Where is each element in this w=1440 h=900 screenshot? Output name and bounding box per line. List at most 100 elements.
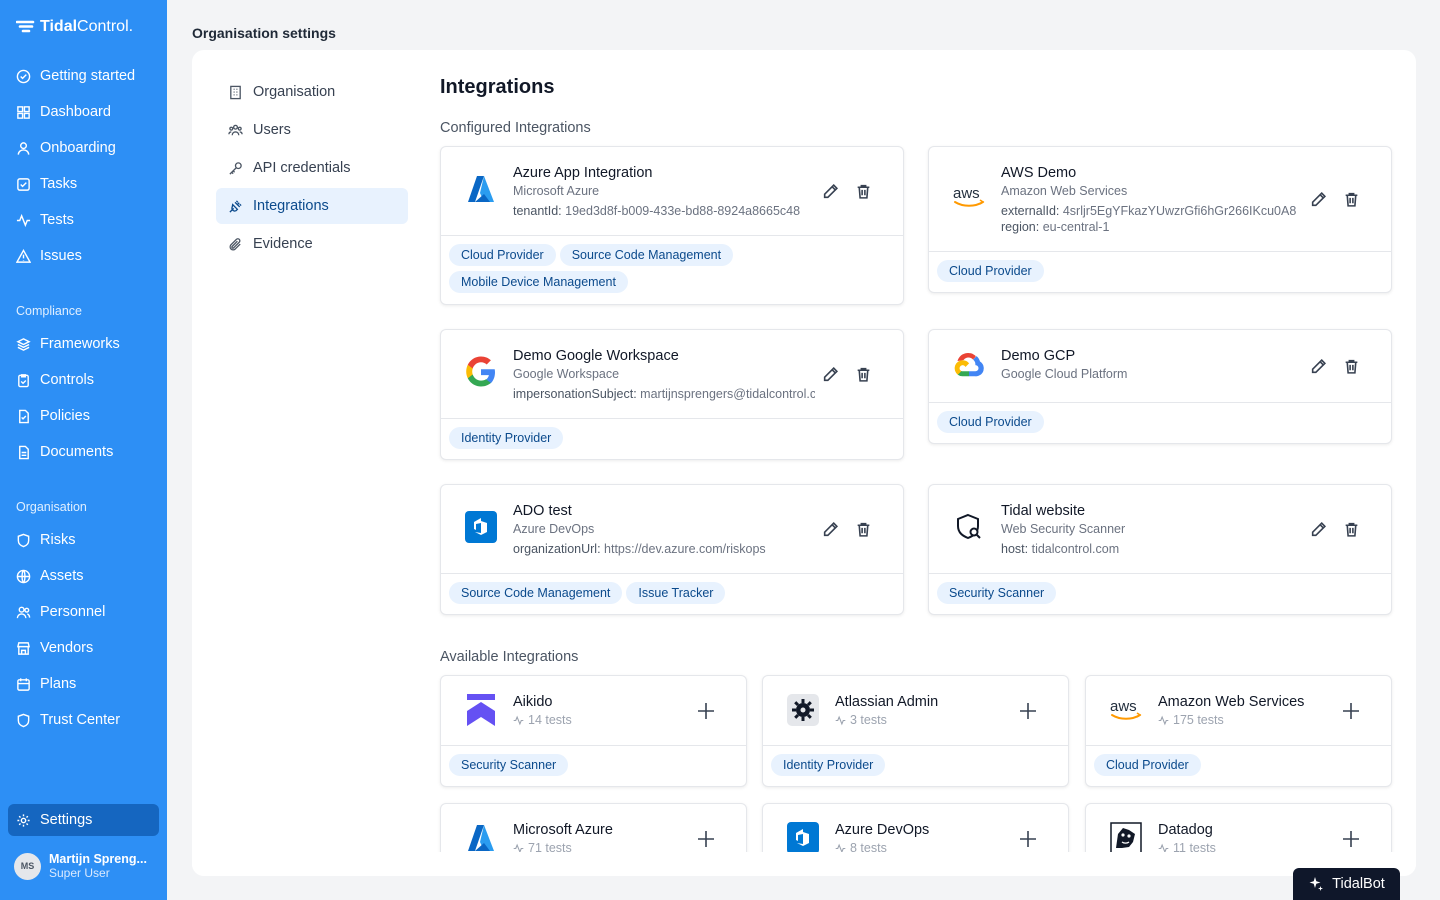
tag-list: Cloud Provider Source Code Management Mo… <box>449 244 889 293</box>
edit-button[interactable] <box>819 518 841 540</box>
user-profile[interactable]: MS Martijn Spreng... Super User <box>14 852 147 880</box>
gear-icon <box>17 813 30 827</box>
tag-list: Security Scanner <box>449 754 746 776</box>
sidebar-item-trust-center[interactable]: Trust Center <box>8 704 159 736</box>
sidebar-item-label: Plans <box>40 676 77 692</box>
meta-value: eu-central-1 <box>1042 220 1110 234</box>
sidebar-item-getting-started[interactable]: Getting started <box>8 60 159 92</box>
integration-meta: host: tidalcontrol.com <box>1001 542 1303 556</box>
add-integration-button[interactable] <box>1340 700 1362 722</box>
delete-button[interactable] <box>1340 188 1362 210</box>
sidebar-item-plans[interactable]: Plans <box>8 668 159 700</box>
sidebar-item-label: Tests <box>40 212 74 228</box>
subnav-label: Users <box>253 122 291 138</box>
delete-button[interactable] <box>852 180 874 202</box>
sidebar-item-documents[interactable]: Documents <box>8 436 159 468</box>
edit-button[interactable] <box>1307 355 1329 377</box>
sidebar-item-label: Documents <box>40 444 114 460</box>
sidebar-item-label: Onboarding <box>40 140 116 156</box>
edit-button[interactable] <box>819 180 841 202</box>
sidebar-item-settings[interactable]: Settings <box>8 804 159 836</box>
sidebar-item-risks[interactable]: Risks <box>8 524 159 556</box>
integration-meta: externalId: 4srljr5EgYFkazYUwzrGfi6hGr26… <box>1001 204 1303 218</box>
integration-meta: tenantId: 19ed3d8f-b009-433e-bd88-8924a8… <box>513 204 815 218</box>
add-integration-button[interactable] <box>1340 828 1362 850</box>
sidebar-item-vendors[interactable]: Vendors <box>8 632 159 664</box>
trash-icon <box>857 522 869 537</box>
sidebar-item-tests[interactable]: Tests <box>8 204 159 236</box>
scroll-clip <box>192 852 1416 876</box>
trash-icon <box>857 367 869 382</box>
add-integration-button[interactable] <box>695 700 717 722</box>
user-name: Martijn Spreng... <box>49 852 147 866</box>
tidalbot-button[interactable]: TidalBot <box>1293 868 1400 900</box>
sidebar-item-onboarding[interactable]: Onboarding <box>8 132 159 164</box>
section-label-compliance: Compliance <box>16 304 83 318</box>
brand-name-part2: Control. <box>77 18 134 35</box>
sidebar-item-policies[interactable]: Policies <box>8 400 159 432</box>
sidebar-item-label: Tasks <box>40 176 78 192</box>
brand-logo[interactable]: Tidal Control. <box>16 18 133 36</box>
integration-name: Azure App Integration <box>513 165 653 181</box>
sidebar-item-dashboard[interactable]: Dashboard <box>8 96 159 128</box>
delete-button[interactable] <box>852 363 874 385</box>
sidebar-item-label: Personnel <box>40 604 106 620</box>
shield-check-icon <box>17 713 30 727</box>
shield-search-icon <box>951 509 987 545</box>
integration-name: AWS Demo <box>1001 165 1077 181</box>
configured-integration-card: Azure App Integration Microsoft Azure te… <box>440 146 904 305</box>
meta-key: tenantId: <box>513 204 562 218</box>
add-integration-button[interactable] <box>1017 828 1039 850</box>
subnav-integrations[interactable]: Integrations <box>216 188 408 224</box>
sidebar-item-frameworks[interactable]: Frameworks <box>8 328 159 360</box>
add-integration-button[interactable] <box>695 828 717 850</box>
integration-provider: Amazon Web Services <box>1001 184 1128 198</box>
delete-button[interactable] <box>1340 518 1362 540</box>
edit-button[interactable] <box>1307 188 1329 210</box>
test-count: 175 tests <box>1158 713 1224 727</box>
sidebar-item-controls[interactable]: Controls <box>8 364 159 396</box>
edit-button[interactable] <box>1307 518 1329 540</box>
sidebar-item-tasks[interactable]: Tasks <box>8 168 159 200</box>
trash-icon <box>1345 522 1357 537</box>
tag: Cloud Provider <box>1094 754 1201 776</box>
meta-value: 4srljr5EgYFkazYUwzrGfi6hGr266IKcu0A8 <box>1062 204 1297 218</box>
activity-icon <box>835 715 846 725</box>
integration-name: Tidal website <box>1001 503 1086 519</box>
meta-value: 19ed3d8f-b009-433e-bd88-8924a8665c48 <box>565 204 801 218</box>
add-integration-button[interactable] <box>1017 700 1039 722</box>
delete-button[interactable] <box>1340 355 1362 377</box>
subnav-users[interactable]: Users <box>216 112 408 148</box>
meta-key: impersonationSubject: <box>513 387 637 401</box>
edit-button[interactable] <box>819 363 841 385</box>
plug-icon <box>229 199 242 213</box>
subnav-label: Evidence <box>253 236 313 252</box>
meta-value: https://dev.azure.com/riskops <box>604 542 766 556</box>
tag: Security Scanner <box>937 582 1057 604</box>
grid-icon <box>17 105 30 119</box>
sidebar-item-label: Trust Center <box>40 712 121 728</box>
available-integration-card: Atlassian Admin 3 tests Identity Provide… <box>762 675 1069 787</box>
integration-name: Microsoft Azure <box>513 822 613 838</box>
user-role: Super User <box>49 866 110 880</box>
sidebar-item-personnel[interactable]: Personnel <box>8 596 159 628</box>
aws-logo-icon: aws <box>1108 692 1144 728</box>
integration-provider: Azure DevOps <box>513 522 595 536</box>
checkbox-icon <box>17 177 30 191</box>
integration-provider: Google Workspace <box>513 367 620 381</box>
delete-button[interactable] <box>852 518 874 540</box>
sidebar-item-assets[interactable]: Assets <box>8 560 159 592</box>
pencil-icon <box>823 366 838 381</box>
test-count: 14 tests <box>513 713 572 727</box>
subnav-evidence[interactable]: Evidence <box>216 226 408 262</box>
subnav-organisation[interactable]: Organisation <box>216 74 408 110</box>
subnav-api-credentials[interactable]: API credentials <box>216 150 408 186</box>
svg-text:aws: aws <box>1110 698 1137 715</box>
store-icon <box>16 641 31 655</box>
pencil-icon <box>823 521 838 536</box>
pencil-icon <box>1311 358 1326 373</box>
meta-value: martijnsprengers@tidalcontrol.com <box>640 387 815 401</box>
integration-name: ADO test <box>513 503 572 519</box>
available-integration-card: aws Amazon Web Services 175 tests Cloud … <box>1085 675 1392 787</box>
sidebar-item-issues[interactable]: Issues <box>8 240 159 272</box>
